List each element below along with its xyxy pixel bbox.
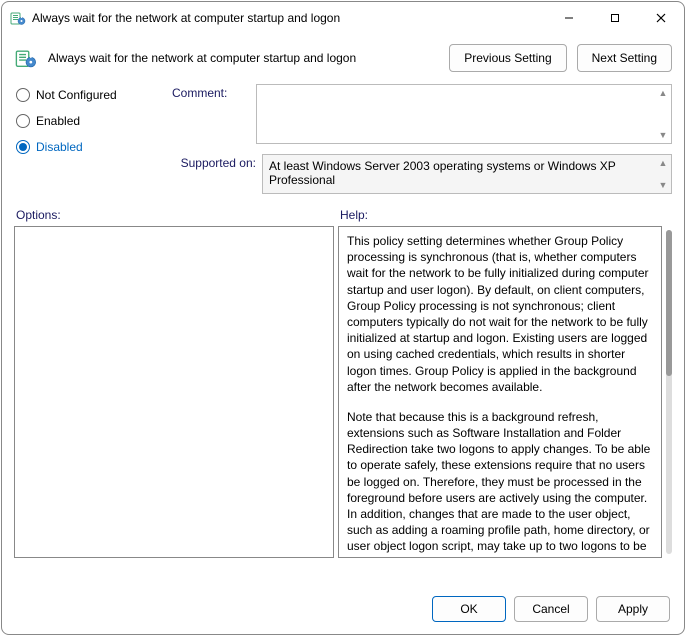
policy-title: Always wait for the network at computer … xyxy=(48,51,439,65)
not-configured-radio-input[interactable] xyxy=(16,88,30,102)
ok-button[interactable]: OK xyxy=(432,596,506,622)
help-paragraph: Note that because this is a background r… xyxy=(347,409,653,558)
dialog-footer: OK Cancel Apply xyxy=(2,584,684,634)
supported-scrollbar[interactable]: ▲ ▼ xyxy=(655,155,671,193)
close-button[interactable] xyxy=(638,2,684,34)
titlebar: Always wait for the network at computer … xyxy=(2,2,684,34)
enabled-radio-input[interactable] xyxy=(16,114,30,128)
enabled-radio[interactable]: Enabled xyxy=(16,114,156,128)
enabled-label: Enabled xyxy=(36,114,80,128)
supported-label: Supported on: xyxy=(172,154,256,194)
help-panel[interactable]: This policy setting determines whether G… xyxy=(338,226,662,558)
help-label: Help: xyxy=(340,208,368,222)
scroll-up-icon[interactable]: ▲ xyxy=(655,85,671,101)
window-controls xyxy=(546,2,684,34)
scroll-down-icon[interactable]: ▼ xyxy=(655,177,671,193)
disabled-radio[interactable]: Disabled xyxy=(16,140,156,154)
minimize-button[interactable] xyxy=(546,2,592,34)
disabled-label: Disabled xyxy=(36,140,83,154)
state-radio-group: Not Configured Enabled Disabled xyxy=(16,84,156,194)
section-labels: Options: Help: xyxy=(2,202,684,226)
mid-column: Comment: ▲ ▼ Supported on: At least Wind… xyxy=(172,84,672,194)
scrollbar-thumb[interactable] xyxy=(666,230,672,376)
supported-row: Supported on: At least Windows Server 20… xyxy=(172,154,672,194)
disabled-radio-input[interactable] xyxy=(16,140,30,154)
policy-icon-large xyxy=(14,46,38,70)
dialog-window: Always wait for the network at computer … xyxy=(1,1,685,635)
options-panel xyxy=(14,226,334,558)
scroll-up-icon[interactable]: ▲ xyxy=(655,155,671,171)
supported-textbox: At least Windows Server 2003 operating s… xyxy=(262,154,672,194)
scroll-down-icon[interactable]: ▼ xyxy=(655,127,671,143)
comment-label: Comment: xyxy=(172,84,250,144)
help-wrap: This policy setting determines whether G… xyxy=(338,226,672,558)
config-section: Not Configured Enabled Disabled Comment:… xyxy=(2,82,684,202)
cancel-button[interactable]: Cancel xyxy=(514,596,588,622)
comment-scrollbar[interactable]: ▲ ▼ xyxy=(655,85,671,143)
maximize-button[interactable] xyxy=(592,2,638,34)
not-configured-label: Not Configured xyxy=(36,88,117,102)
apply-button[interactable]: Apply xyxy=(596,596,670,622)
policy-icon xyxy=(10,10,26,26)
comment-textarea[interactable]: ▲ ▼ xyxy=(256,84,672,144)
panels-row: This policy setting determines whether G… xyxy=(2,226,684,584)
help-paragraph: This policy setting determines whether G… xyxy=(347,233,653,395)
supported-value: At least Windows Server 2003 operating s… xyxy=(269,159,616,187)
options-label: Options: xyxy=(16,208,340,222)
not-configured-radio[interactable]: Not Configured xyxy=(16,88,156,102)
previous-setting-button[interactable]: Previous Setting xyxy=(449,44,566,72)
comment-row: Comment: ▲ ▼ xyxy=(172,84,672,144)
header-row: Always wait for the network at computer … xyxy=(2,34,684,82)
help-scrollbar[interactable] xyxy=(666,230,672,554)
window-title: Always wait for the network at computer … xyxy=(32,11,546,25)
next-setting-button[interactable]: Next Setting xyxy=(577,44,672,72)
